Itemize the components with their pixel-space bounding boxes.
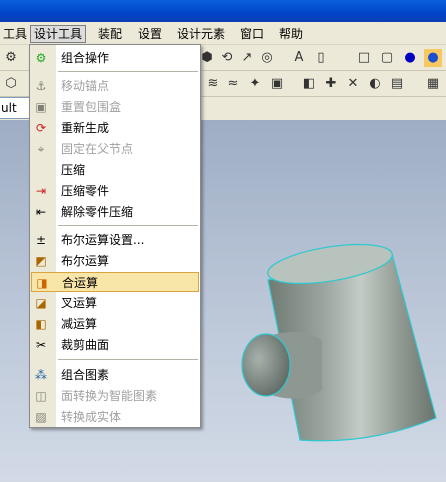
menu-item-subtract-op[interactable]: ◧ 减运算 — [31, 314, 199, 334]
design-tools-dropdown: ⚙ 组合操作 ⚓ 移动锚点 ▣ 重置包围盒 ⟳ 重新生成 ⌖ 固定在父节点 压缩… — [29, 44, 201, 428]
toolbar-icon-3[interactable]: ⟲ — [218, 49, 236, 67]
menu-item-combine-op[interactable]: ⚙ 组合操作 — [31, 48, 199, 68]
menu-item-fix-to-parent[interactable]: ⌖ 固定在父节点 — [31, 139, 199, 159]
menu-design-elements[interactable]: 设计元素 — [174, 25, 228, 43]
menu-item-intersect-op[interactable]: ◪ 叉运算 — [31, 293, 199, 313]
toolbar2-icon-2[interactable]: ≋ — [204, 75, 222, 93]
menu-design-tools[interactable]: 设计工具 — [30, 25, 87, 43]
toolbar-icon-6[interactable]: A — [290, 49, 308, 67]
menu-item-regenerate[interactable]: ⟳ 重新生成 — [31, 118, 199, 138]
menu-item-trim-surface[interactable]: ✂ 裁剪曲面 — [31, 335, 199, 355]
toolbar-icon-4[interactable]: ↗ — [238, 49, 256, 67]
intersect-op-icon: ◪ — [35, 296, 47, 310]
toolbar-icon-9[interactable]: ▢ — [378, 49, 396, 67]
toolbar-icon-5[interactable]: ◎ — [258, 49, 276, 67]
side-cylinder[interactable] — [241, 331, 322, 399]
design-tree-tab[interactable]: ult — [0, 97, 30, 119]
menu-item-face-to-smart[interactable]: ◫ 面转换为智能图素 — [31, 386, 199, 406]
menubar: 工具 设计工具 装配 设置 设计元素 窗口 帮助 — [0, 23, 446, 45]
menu-separator — [58, 225, 198, 226]
toolbar2-icon-1[interactable]: ⬡ — [2, 75, 20, 93]
union-op-icon: ◨ — [36, 276, 48, 290]
group-shapes-icon: ⁂ — [35, 368, 47, 382]
menu-item-uncompress-part[interactable]: ⇤ 解除零件压缩 — [31, 202, 199, 222]
toolbar2-icon-8[interactable]: ✕ — [344, 75, 362, 93]
menu-item-move-anchor[interactable]: ⚓ 移动锚点 — [31, 76, 199, 96]
menu-item-reset-bbox[interactable]: ▣ 重置包围盒 — [31, 97, 199, 117]
menu-item-union-op[interactable]: ◨ 合运算 — [31, 272, 199, 292]
menu-tools[interactable]: 工具 — [0, 25, 30, 43]
fix-to-parent-icon: ⌖ — [37, 142, 45, 156]
compress-part-icon: ⇥ — [35, 184, 47, 198]
toolbar2-icon-6[interactable]: ◧ — [300, 75, 318, 93]
toolbar2-icon-4[interactable]: ✦ — [246, 75, 264, 93]
boolean-settings-icon: ± — [35, 233, 47, 247]
to-solid-icon: ▨ — [35, 410, 47, 424]
menu-item-to-solid[interactable]: ▨ 转换成实体 — [31, 407, 199, 427]
toolbar2-icon-3[interactable]: ≈ — [224, 75, 242, 93]
window-titlebar — [0, 0, 446, 22]
regenerate-icon: ⟳ — [35, 121, 47, 135]
combine-op-icon: ⚙ — [35, 51, 47, 65]
toolbar2-icon-5[interactable]: ▣ — [268, 75, 286, 93]
menu-settings[interactable]: 设置 — [135, 25, 165, 43]
boolean-op-icon: ◩ — [35, 254, 47, 268]
menu-separator — [58, 359, 198, 360]
toolbar-icon-7[interactable]: ▯ — [312, 49, 330, 67]
uncompress-part-icon: ⇤ — [35, 205, 47, 219]
toolbar2-icon-10[interactable]: ▤ — [388, 75, 406, 93]
toolbar2-icon-11[interactable]: ▦ — [424, 75, 442, 93]
reset-bbox-icon: ▣ — [35, 100, 47, 114]
menu-window[interactable]: 窗口 — [237, 25, 267, 43]
trim-surface-icon: ✂ — [35, 338, 47, 352]
menu-separator — [58, 71, 198, 72]
toolbar2-icon-9[interactable]: ◐ — [366, 75, 384, 93]
subtract-op-icon: ◧ — [35, 317, 47, 331]
menu-help[interactable]: 帮助 — [276, 25, 306, 43]
toolbar2-icon-7[interactable]: ✚ — [322, 75, 340, 93]
compress-icon — [33, 162, 49, 178]
toolbar-icon-10[interactable]: ● — [401, 49, 419, 67]
menu-item-compress-part[interactable]: ⇥ 压缩零件 — [31, 181, 199, 201]
menu-item-group-shapes[interactable]: ⁂ 组合图素 — [31, 365, 199, 385]
toolbar-icon-11[interactable]: ● — [424, 49, 442, 67]
menu-item-compress[interactable]: 压缩 — [31, 160, 199, 180]
menu-item-boolean-settings[interactable]: ± 布尔运算设置... — [31, 230, 199, 250]
face-to-smart-icon: ◫ — [35, 389, 47, 403]
menu-item-boolean-op[interactable]: ◩ 布尔运算 — [31, 251, 199, 271]
toolbar-icon-8[interactable]: □ — [355, 49, 373, 67]
move-anchor-icon: ⚓ — [35, 79, 47, 93]
toolbar-icon-1[interactable]: ⚙ — [2, 49, 20, 67]
menu-assembly[interactable]: 装配 — [95, 25, 125, 43]
